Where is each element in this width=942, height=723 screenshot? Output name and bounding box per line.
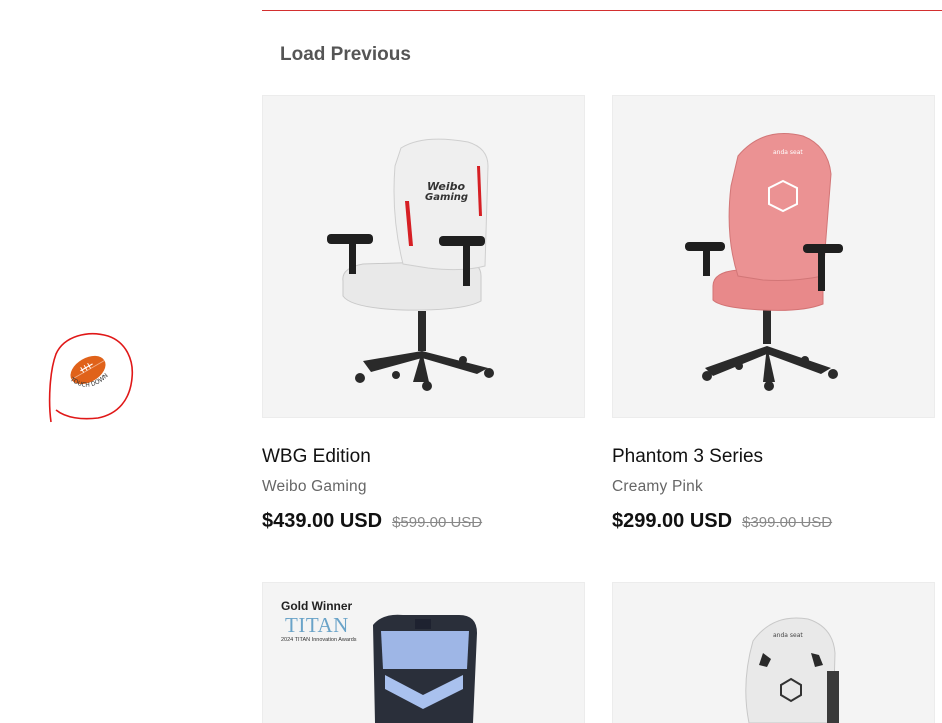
product-variant: Creamy Pink <box>612 478 703 495</box>
svg-text:anda seat: anda seat <box>773 149 803 156</box>
sale-price: $299.00 USD <box>612 510 733 532</box>
original-price: $399.00 USD <box>742 514 833 531</box>
top-divider <box>262 10 942 11</box>
football-icon: TOUCH DOWN <box>48 332 134 423</box>
touchdown-badge[interactable]: TOUCH DOWN <box>48 330 136 426</box>
product-image[interactable]: anda seat <box>612 95 935 418</box>
product-card-phantom3[interactable]: anda seat Phantom 3 Series Creamy Pink $… <box>612 95 935 533</box>
svg-text:Gaming: Gaming <box>425 192 468 203</box>
product-image[interactable]: anda seat <box>612 582 935 723</box>
product-image[interactable]: Gold Winner TITAN 2024 TITAN Innovation … <box>262 582 585 723</box>
sale-price: $439.00 USD <box>262 510 383 532</box>
product-title[interactable]: WBG Edition <box>262 446 585 468</box>
product-image[interactable]: Weibo Gaming <box>262 95 585 418</box>
svg-text:anda seat: anda seat <box>773 632 803 639</box>
product-card-white-chair[interactable]: anda seat <box>612 582 935 723</box>
product-card-mesh-chair[interactable]: Gold Winner TITAN 2024 TITAN Innovation … <box>262 582 585 723</box>
product-card-wbg[interactable]: Weibo Gaming WBG Edition Weibo Gaming $4… <box>262 95 585 533</box>
product-title[interactable]: Phantom 3 Series <box>612 446 935 468</box>
original-price: $599.00 USD <box>392 514 483 531</box>
load-previous-button[interactable]: Load Previous <box>280 44 411 66</box>
product-variant: Weibo Gaming <box>262 478 367 495</box>
